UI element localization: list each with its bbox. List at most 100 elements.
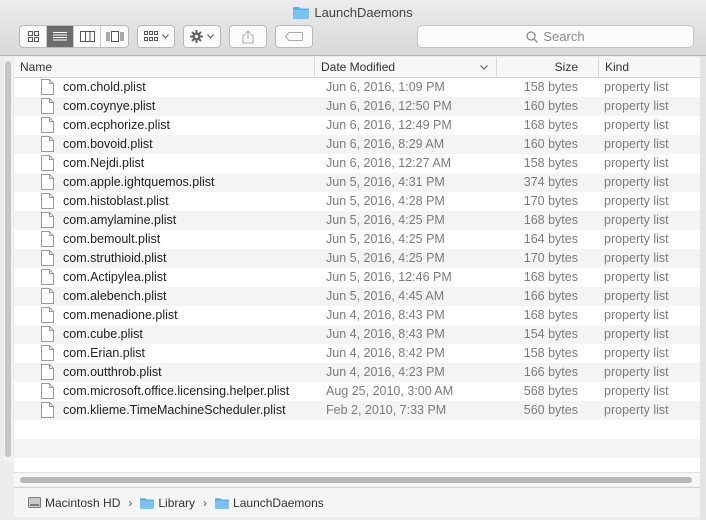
file-name: com.ecphorize.plist [63,118,170,132]
file-row[interactable]: com.coynye.plist Jun 6, 2016, 12:50 PM 160… [14,97,700,116]
icon-view-button[interactable] [20,26,47,47]
columns-icon [79,31,95,42]
cover-flow-button[interactable] [101,26,128,47]
file-date: Jun 5, 2016, 4:31 PM [326,175,445,189]
window-edge [700,56,706,520]
file-row[interactable]: com.alebench.plist Jun 5, 2016, 4:45 AM 16… [14,287,700,306]
file-kind: property list [604,232,669,246]
file-row[interactable]: com.klieme.TimeMachineScheduler.plist Feb… [14,401,700,420]
file-date: Jun 6, 2016, 12:49 PM [326,118,452,132]
document-icon [41,402,54,418]
document-icon [41,288,54,304]
column-header-name-label: Name [20,60,53,74]
file-row[interactable]: com.bemoult.plist Jun 5, 2016, 4:25 PM 164… [14,230,700,249]
arrange-button[interactable] [137,25,175,48]
file-row[interactable]: com.Nejdi.plist Jun 6, 2016, 12:27 AM 158 … [14,154,700,173]
file-row[interactable]: com.apple.ightquemos.plist Jun 5, 2016, 4… [14,173,700,192]
file-date: Jun 6, 2016, 12:27 AM [326,156,452,170]
file-kind: property list [604,80,669,94]
document-icon [41,364,54,380]
file-name: com.coynye.plist [63,99,156,113]
file-row[interactable]: com.outthrob.plist Jun 4, 2016, 4:23 PM 16… [14,363,700,382]
file-kind: property list [604,175,669,189]
document-icon [41,231,54,247]
folder-icon [140,497,155,509]
column-header-date-label: Date Modified [321,60,396,74]
path-crumb[interactable]: LaunchDaemons [215,496,324,510]
file-row[interactable]: com.bovoid.plist Jun 6, 2016, 8:29 AM 160 … [14,135,700,154]
hard-drive-icon [28,496,41,509]
file-name: com.menadione.plist [63,308,178,322]
file-size: 164 bytes [523,232,578,246]
file-name: com.Nejdi.plist [63,156,145,170]
file-size: 168 bytes [523,308,578,322]
file-row[interactable]: com.Actipylea.plist Jun 5, 2016, 12:46 PM… [14,268,700,287]
document-icon [41,98,54,114]
vertical-scrollbar[interactable] [4,57,13,462]
file-list: Name Date Modified Size Kind com.chold.p… [14,57,700,472]
document-icon [41,250,54,266]
chevron-right-icon: › [203,495,208,510]
file-name: com.alebench.plist [63,289,167,303]
file-size: 168 bytes [523,270,578,284]
file-date: Jun 4, 2016, 8:43 PM [326,327,445,341]
file-size: 166 bytes [523,365,578,379]
file-date: Jun 6, 2016, 8:29 AM [326,137,445,151]
column-header-name[interactable]: Name [14,57,314,78]
file-rows: com.chold.plist Jun 6, 2016, 1:09 PM 158 b… [14,78,700,477]
column-header-date[interactable]: Date Modified [314,57,496,78]
file-name: com.bemoult.plist [63,232,161,246]
file-row[interactable]: com.chold.plist Jun 6, 2016, 1:09 PM 158 b… [14,78,700,97]
file-size: 560 bytes [523,403,578,417]
file-date: Jun 5, 2016, 4:45 AM [326,289,445,303]
icon-grid-icon [27,31,39,42]
file-date: Jun 6, 2016, 1:09 PM [326,80,445,94]
search-input[interactable]: Search [417,25,694,48]
list-view-button[interactable] [47,26,74,47]
view-mode-switcher [19,25,129,48]
document-icon [41,269,54,285]
file-row[interactable]: com.Erian.plist Jun 4, 2016, 8:42 PM 158 b… [14,344,700,363]
file-date: Jun 5, 2016, 4:28 PM [326,194,445,208]
file-kind: property list [604,308,669,322]
column-view-button[interactable] [74,26,101,47]
horizontal-scroll-thumb[interactable] [20,477,692,483]
file-row[interactable]: com.histoblast.plist Jun 5, 2016, 4:28 PM… [14,192,700,211]
file-kind: property list [604,270,669,284]
file-kind: property list [604,118,669,132]
file-row[interactable]: com.microsoft.office.licensing.helper.pl… [14,382,700,401]
tag-button[interactable] [275,25,313,48]
tag-icon [285,32,303,41]
file-row[interactable]: com.cube.plist Jun 4, 2016, 8:43 PM 154 by… [14,325,700,344]
search-icon [526,30,539,43]
path-crumb-label: LaunchDaemons [233,495,324,510]
window-title: LaunchDaemons [0,5,706,20]
action-button[interactable] [183,25,221,48]
horizontal-scrollbar[interactable] [14,472,700,486]
file-kind: property list [604,194,669,208]
column-header-kind[interactable]: Kind [598,57,700,78]
arrange-grid-icon [143,31,158,41]
file-kind: property list [604,156,669,170]
file-name: com.klieme.TimeMachineScheduler.plist [63,403,286,417]
share-button[interactable] [229,25,267,48]
document-icon [41,155,54,171]
vertical-scroll-thumb[interactable] [5,61,11,457]
file-size: 158 bytes [523,80,578,94]
path-crumb[interactable]: Library [140,496,195,510]
chevron-down-icon [161,34,169,39]
file-row[interactable]: com.struthioid.plist Jun 5, 2016, 4:25 PM… [14,249,700,268]
path-crumb[interactable]: Macintosh HD [28,496,120,510]
column-header-size[interactable]: Size [496,57,598,78]
empty-row [14,420,700,439]
file-row[interactable]: com.menadione.plist Jun 4, 2016, 8:43 PM 1… [14,306,700,325]
file-row[interactable]: com.amylamine.plist Jun 5, 2016, 4:25 PM 1… [14,211,700,230]
file-name: com.cube.plist [63,327,143,341]
file-kind: property list [604,365,669,379]
file-size: 158 bytes [523,346,578,360]
path-bar: Macintosh HD › Library › LaunchDaemons [14,487,700,517]
file-row[interactable]: com.ecphorize.plist Jun 6, 2016, 12:49 PM… [14,116,700,135]
file-size: 168 bytes [523,118,578,132]
document-icon [41,383,54,399]
file-name: com.outthrob.plist [63,365,162,379]
